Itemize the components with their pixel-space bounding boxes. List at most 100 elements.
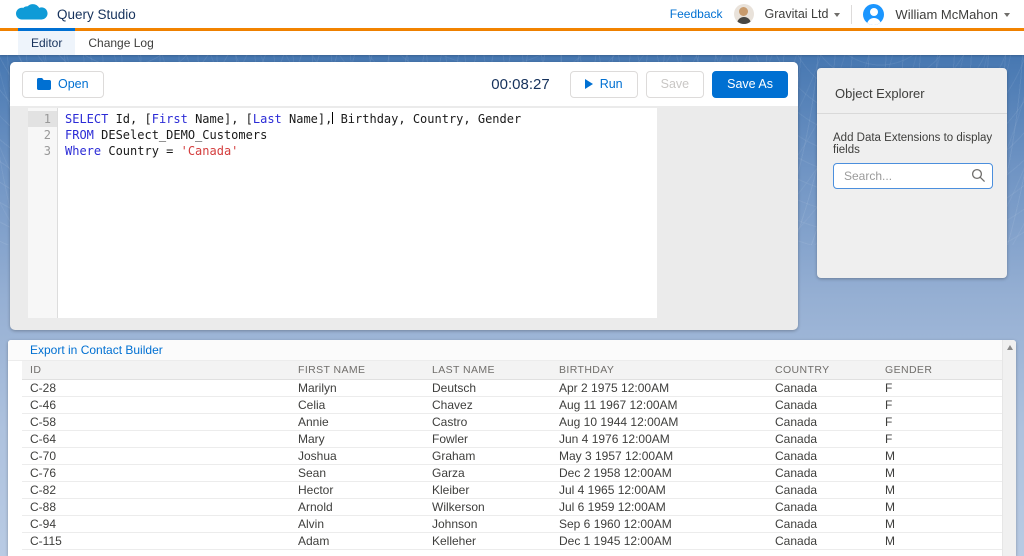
table-cell: M bbox=[877, 516, 1002, 533]
open-button[interactable]: Open bbox=[22, 71, 104, 98]
table-row[interactable]: C-76SeanGarzaDec 2 1958 12:00AMCanadaM bbox=[22, 465, 1002, 482]
table-row[interactable]: C-28MarilynDeutschApr 2 1975 12:00AMCana… bbox=[22, 380, 1002, 397]
export-contact-builder-link[interactable]: Export in Contact Builder bbox=[30, 343, 163, 357]
column-header: BIRTHDAY bbox=[551, 361, 767, 380]
table-cell: C-64 bbox=[22, 431, 290, 448]
table-cell: Garza bbox=[424, 465, 551, 482]
save-as-button-label: Save As bbox=[727, 77, 773, 91]
code-token: Where bbox=[65, 144, 101, 158]
table-row[interactable]: C-115AdamKelleherDec 1 1945 12:00AMCanad… bbox=[22, 533, 1002, 550]
tab-change-log[interactable]: Change Log bbox=[75, 28, 166, 55]
divider bbox=[851, 5, 852, 24]
tab-bar: EditorChange Log bbox=[0, 31, 1024, 55]
column-header: LAST NAME bbox=[424, 361, 551, 380]
code-line: FROM DESelect_DEMO_Customers bbox=[65, 127, 521, 143]
table-cell: Wilkerson bbox=[424, 499, 551, 516]
play-icon bbox=[585, 79, 593, 89]
table-row[interactable]: C-82HectorKleiberJul 4 1965 12:00AMCanad… bbox=[22, 482, 1002, 499]
table-cell: Apr 2 1975 12:00AM bbox=[551, 380, 767, 397]
table-body: C-28MarilynDeutschApr 2 1975 12:00AMCana… bbox=[22, 380, 1002, 550]
table-row[interactable]: C-70JoshuaGrahamMay 3 1957 12:00AMCanada… bbox=[22, 448, 1002, 465]
column-header: FIRST NAME bbox=[290, 361, 424, 380]
table-cell: Fowler bbox=[424, 431, 551, 448]
salesforce-cloud-icon bbox=[16, 4, 48, 25]
query-studio-app: Query Studio Feedback Gravitai Ltd Willi… bbox=[0, 0, 1024, 556]
table-cell: M bbox=[877, 482, 1002, 499]
table-cell: Alvin bbox=[290, 516, 424, 533]
table-cell: Canada bbox=[767, 482, 877, 499]
table-cell: C-94 bbox=[22, 516, 290, 533]
table-row[interactable]: C-88ArnoldWilkersonJul 6 1959 12:00AMCan… bbox=[22, 499, 1002, 516]
table-cell: Annie bbox=[290, 414, 424, 431]
query-editor-card: Open 00:08:27 Run Save Save As bbox=[10, 62, 798, 330]
code-token: Name], bbox=[282, 112, 333, 126]
table-cell: Jul 6 1959 12:00AM bbox=[551, 499, 767, 516]
photo-avatar[interactable] bbox=[734, 4, 754, 24]
brand: Query Studio bbox=[16, 4, 136, 25]
scroll-up-icon[interactable] bbox=[1007, 345, 1013, 350]
table-cell: C-88 bbox=[22, 499, 290, 516]
code-token: Last bbox=[253, 112, 282, 126]
sql-code-editor[interactable]: 123 SELECT Id, [First Name], [Last Name]… bbox=[28, 108, 657, 318]
org-menu[interactable]: Gravitai Ltd bbox=[765, 7, 841, 21]
export-row: Export in Contact Builder bbox=[8, 340, 1002, 361]
table-cell: F bbox=[877, 431, 1002, 448]
table-cell: C-46 bbox=[22, 397, 290, 414]
user-menu[interactable]: William McMahon bbox=[895, 7, 1010, 22]
chevron-down-icon bbox=[1004, 13, 1010, 17]
app-title: Query Studio bbox=[57, 7, 136, 22]
table-cell: Arnold bbox=[290, 499, 424, 516]
table-cell: Joshua bbox=[290, 448, 424, 465]
save-as-button[interactable]: Save As bbox=[712, 71, 788, 98]
table-cell: Sean bbox=[290, 465, 424, 482]
table-cell: Marilyn bbox=[290, 380, 424, 397]
table-cell: C-115 bbox=[22, 533, 290, 550]
code-area[interactable]: SELECT Id, [First Name], [Last Name], Bi… bbox=[58, 108, 521, 318]
table-cell: May 3 1957 12:00AM bbox=[551, 448, 767, 465]
user-name: William McMahon bbox=[895, 7, 998, 22]
table-row[interactable]: C-94AlvinJohnsonSep 6 1960 12:00AMCanada… bbox=[22, 516, 1002, 533]
table-row[interactable]: C-64MaryFowlerJun 4 1976 12:00AMCanadaF bbox=[22, 431, 1002, 448]
top-bar: Query Studio Feedback Gravitai Ltd Willi… bbox=[0, 0, 1024, 28]
table-cell: Adam bbox=[290, 533, 424, 550]
table-cell: C-58 bbox=[22, 414, 290, 431]
line-number-gutter: 123 bbox=[28, 108, 58, 318]
table-cell: Canada bbox=[767, 397, 877, 414]
code-token: SELECT bbox=[65, 112, 108, 126]
table-cell: Canada bbox=[767, 499, 877, 516]
table-cell: Dec 2 1958 12:00AM bbox=[551, 465, 767, 482]
search-input[interactable] bbox=[833, 163, 993, 189]
object-explorer-title: Object Explorer bbox=[817, 68, 1007, 113]
line-number: 2 bbox=[28, 127, 57, 143]
results-card: Export in Contact Builder IDFIRST NAMELA… bbox=[8, 340, 1016, 556]
save-button[interactable]: Save bbox=[646, 71, 705, 98]
code-token: First bbox=[152, 112, 188, 126]
code-token: FROM bbox=[65, 128, 94, 142]
table-row[interactable]: C-46CeliaChavezAug 11 1967 12:00AMCanada… bbox=[22, 397, 1002, 414]
run-button[interactable]: Run bbox=[570, 71, 638, 98]
tab-editor[interactable]: Editor bbox=[18, 28, 75, 55]
feedback-link[interactable]: Feedback bbox=[670, 7, 723, 21]
table-cell: C-76 bbox=[22, 465, 290, 482]
table-cell: Mary bbox=[290, 431, 424, 448]
code-token: Country = bbox=[101, 144, 180, 158]
table-cell: M bbox=[877, 465, 1002, 482]
code-token: 'Canada' bbox=[181, 144, 239, 158]
table-cell: Johnson bbox=[424, 516, 551, 533]
search-icon bbox=[971, 168, 986, 183]
editor-toolbar: Open 00:08:27 Run Save Save As bbox=[10, 62, 798, 106]
table-cell: Canada bbox=[767, 414, 877, 431]
code-line: SELECT Id, [First Name], [Last Name], Bi… bbox=[65, 111, 521, 127]
vertical-scrollbar[interactable] bbox=[1002, 340, 1016, 556]
results-table: IDFIRST NAMELAST NAMEBIRTHDAYCOUNTRYGEND… bbox=[22, 361, 1002, 550]
top-bar-right: Feedback Gravitai Ltd William McMahon bbox=[670, 4, 1010, 25]
table-cell: C-28 bbox=[22, 380, 290, 397]
table-cell: Canada bbox=[767, 448, 877, 465]
table-cell: F bbox=[877, 414, 1002, 431]
open-button-label: Open bbox=[58, 77, 89, 91]
table-row[interactable]: C-58AnnieCastroAug 10 1944 12:00AMCanada… bbox=[22, 414, 1002, 431]
chevron-down-icon bbox=[834, 13, 840, 17]
user-avatar-icon[interactable] bbox=[863, 4, 884, 25]
table-cell: Celia bbox=[290, 397, 424, 414]
table-cell: M bbox=[877, 448, 1002, 465]
